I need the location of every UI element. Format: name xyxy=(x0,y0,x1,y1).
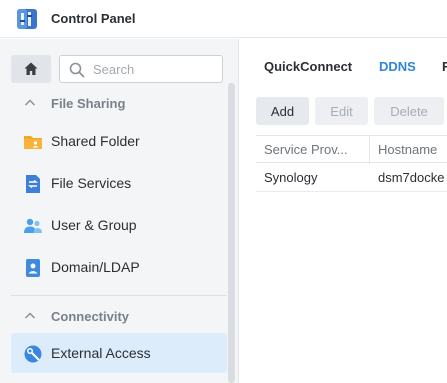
column-header-service-provider[interactable]: Service Prov... xyxy=(264,142,348,157)
sidebar-item-shared-folder[interactable]: Shared Folder xyxy=(11,121,227,161)
sidebar: File Sharing Shared Folder File Services… xyxy=(0,39,239,383)
shared-folder-icon xyxy=(24,136,42,149)
tab-quickconnect[interactable]: QuickConnect xyxy=(264,59,352,74)
sidebar-item-label: Domain/LDAP xyxy=(51,259,140,275)
home-icon xyxy=(24,62,38,75)
sidebar-item-file-services[interactable]: File Services xyxy=(11,163,227,203)
home-button[interactable] xyxy=(11,55,51,83)
edit-button[interactable]: Edit xyxy=(315,97,368,125)
sidebar-scrollbar[interactable] xyxy=(228,83,235,383)
delete-button[interactable]: Delete xyxy=(374,97,444,125)
search-icon xyxy=(69,62,85,78)
table-row[interactable]: Synology dsm7docke xyxy=(256,164,447,192)
sidebar-item-label: Shared Folder xyxy=(51,133,140,149)
search-input[interactable] xyxy=(93,60,217,78)
cell-hostname: dsm7docke xyxy=(378,170,445,185)
title-bar: Control Panel xyxy=(0,0,447,38)
add-button[interactable]: Add xyxy=(256,97,309,125)
sidebar-item-user-group[interactable]: User & Group xyxy=(11,205,227,245)
chevron-up-icon xyxy=(24,312,36,319)
sidebar-item-label: External Access xyxy=(51,345,151,361)
tab-router-configuration[interactable]: R xyxy=(442,59,447,74)
chevron-up-icon xyxy=(24,99,36,106)
sidebar-divider xyxy=(11,295,227,296)
sidebar-item-label: User & Group xyxy=(51,217,137,233)
section-connectivity[interactable]: Connectivity xyxy=(24,306,129,326)
sidebar-item-external-access[interactable]: External Access xyxy=(11,333,227,373)
sidebar-item-domain-ldap[interactable]: Domain/LDAP xyxy=(11,247,227,287)
column-header-hostname[interactable]: Hostname xyxy=(378,142,437,157)
domain-ldap-icon xyxy=(26,259,40,277)
sidebar-item-label: File Services xyxy=(51,175,132,191)
control-panel-icon xyxy=(17,9,37,29)
section-file-sharing[interactable]: File Sharing xyxy=(24,93,125,113)
column-resize-handle[interactable] xyxy=(369,136,370,164)
section-label: File Sharing xyxy=(51,95,126,111)
tab-ddns[interactable]: DDNS xyxy=(379,59,416,74)
table-header: Service Prov... Hostname xyxy=(256,135,447,164)
file-services-icon xyxy=(26,175,40,193)
external-access-icon xyxy=(24,345,42,363)
tab-bar: QuickConnect DDNS R xyxy=(240,39,447,91)
cell-service-provider: Synology xyxy=(264,170,318,185)
main-panel: QuickConnect DDNS R Add Edit Delete Serv… xyxy=(240,39,447,383)
window-title: Control Panel xyxy=(51,11,136,26)
section-label: Connectivity xyxy=(51,308,130,324)
search-box[interactable] xyxy=(59,55,223,83)
user-group-icon xyxy=(24,218,42,233)
